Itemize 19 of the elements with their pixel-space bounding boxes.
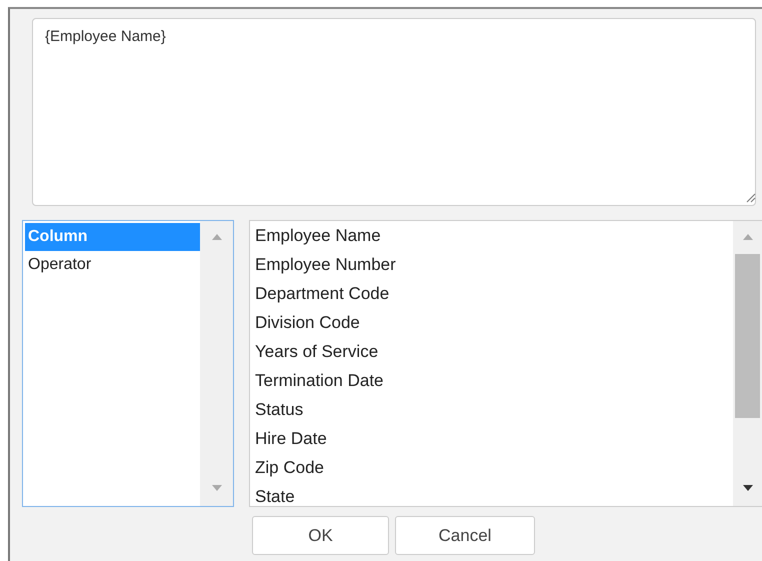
field-list-item[interactable]: Status [252,395,733,424]
field-list-item[interactable]: Division Code [252,308,733,337]
scroll-up-icon[interactable] [210,233,222,241]
resize-grip-icon[interactable] [744,191,756,203]
field-list-item[interactable]: State [252,482,733,506]
scroll-down-icon[interactable] [742,484,754,492]
field-list-item[interactable]: Employee Name [252,221,733,250]
expression-field[interactable]: {Employee Name} [32,18,756,206]
scroll-up-icon[interactable] [742,233,754,241]
field-list-item[interactable]: Employee Number [252,250,733,279]
field-list-item[interactable]: Zip Code [252,453,733,482]
field-list-item[interactable]: Hire Date [252,424,733,453]
cancel-button[interactable]: Cancel [395,516,535,555]
field-list-item[interactable]: Termination Date [252,366,733,395]
scrollbar-thumb[interactable] [735,254,760,418]
ok-button[interactable]: OK [252,516,389,555]
field-list-item[interactable]: Department Code [252,279,733,308]
field-list-item[interactable]: Years of Service [252,337,733,366]
category-item[interactable]: Operator [25,251,200,279]
